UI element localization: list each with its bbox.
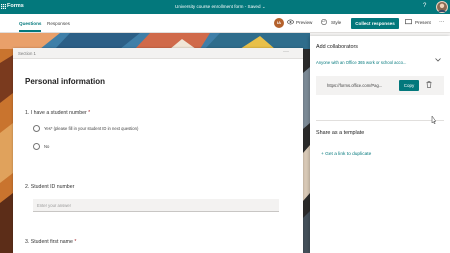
- mouse-cursor-icon: [431, 115, 437, 126]
- help-icon[interactable]: ?: [423, 2, 426, 11]
- get-duplicate-link[interactable]: + Get a link to duplicate: [321, 152, 371, 157]
- chevron-down-icon: ⌄: [261, 3, 266, 9]
- share-link-url[interactable]: https://forms.office.com/Pag...: [327, 83, 382, 88]
- question-text: 3. Student first name: [25, 239, 73, 245]
- question-text: 2. Student ID number: [25, 184, 75, 190]
- present-icon[interactable]: [405, 18, 412, 27]
- section-label: Section 1: [18, 51, 36, 56]
- required-mark: *: [88, 110, 91, 116]
- palette-icon[interactable]: [321, 18, 327, 27]
- save-status: - Saved: [244, 3, 261, 9]
- more-options-icon[interactable]: ···: [283, 49, 289, 55]
- option-label-no: No: [44, 144, 50, 149]
- preview-button[interactable]: Preview: [296, 20, 312, 25]
- active-tab-indicator: [19, 30, 41, 32]
- answer-placeholder: Enter your answer: [37, 203, 71, 208]
- share-template-heading: Share as a template: [316, 130, 365, 136]
- permission-dropdown[interactable]: Anyone with an Office 365 work or school…: [316, 60, 434, 65]
- preview-icon[interactable]: [286, 19, 295, 27]
- command-bar: Questions Responses IA Preview Style Col…: [0, 14, 450, 33]
- question-2[interactable]: 2. Student ID number: [25, 184, 74, 190]
- form-section-card: Section 1 ··· Personal information 1. I …: [13, 48, 303, 253]
- answer-input[interactable]: Enter your answer: [33, 199, 279, 212]
- document-title[interactable]: University course enrollment form - Save…: [175, 4, 266, 10]
- style-button[interactable]: Style: [331, 20, 341, 25]
- plus-icon: +: [321, 152, 324, 157]
- form-title: University course enrollment form: [175, 3, 244, 9]
- section-title[interactable]: Personal information: [25, 77, 105, 86]
- avatar[interactable]: [436, 1, 448, 13]
- question-3[interactable]: 3. Student first name *: [25, 239, 76, 245]
- share-panel: Add collaborators Anyone with an Office …: [310, 36, 450, 253]
- question-1[interactable]: 1. I have a student number *: [25, 110, 90, 116]
- collect-responses-button[interactable]: Collect responses: [351, 18, 399, 29]
- radio-option-no[interactable]: [33, 143, 40, 150]
- tab-questions[interactable]: Questions: [19, 21, 41, 26]
- get-link-label: Get a link to duplicate: [325, 152, 372, 157]
- chevron-down-icon[interactable]: [435, 57, 441, 64]
- collaborator-avatar[interactable]: IA: [274, 18, 284, 28]
- more-options-icon[interactable]: ···: [439, 19, 445, 25]
- tab-responses[interactable]: Responses: [47, 21, 70, 26]
- app-launcher-icon[interactable]: [1, 3, 6, 12]
- present-button[interactable]: Present: [415, 20, 431, 25]
- app-name[interactable]: Forms: [7, 3, 24, 9]
- question-text: 1. I have a student number: [25, 110, 87, 116]
- radio-option-yes[interactable]: [33, 125, 40, 132]
- section-header: Section 1 ···: [13, 48, 303, 59]
- copy-button[interactable]: Copy: [399, 80, 419, 91]
- app-title-bar: Forms University course enrollment form …: [0, 0, 450, 14]
- panel-heading: Add collaborators: [316, 44, 358, 50]
- divider: [316, 120, 444, 121]
- option-label-yes: Yes* (please fill in your student ID in …: [44, 126, 139, 131]
- trash-icon[interactable]: [426, 81, 432, 90]
- required-mark: *: [74, 239, 77, 245]
